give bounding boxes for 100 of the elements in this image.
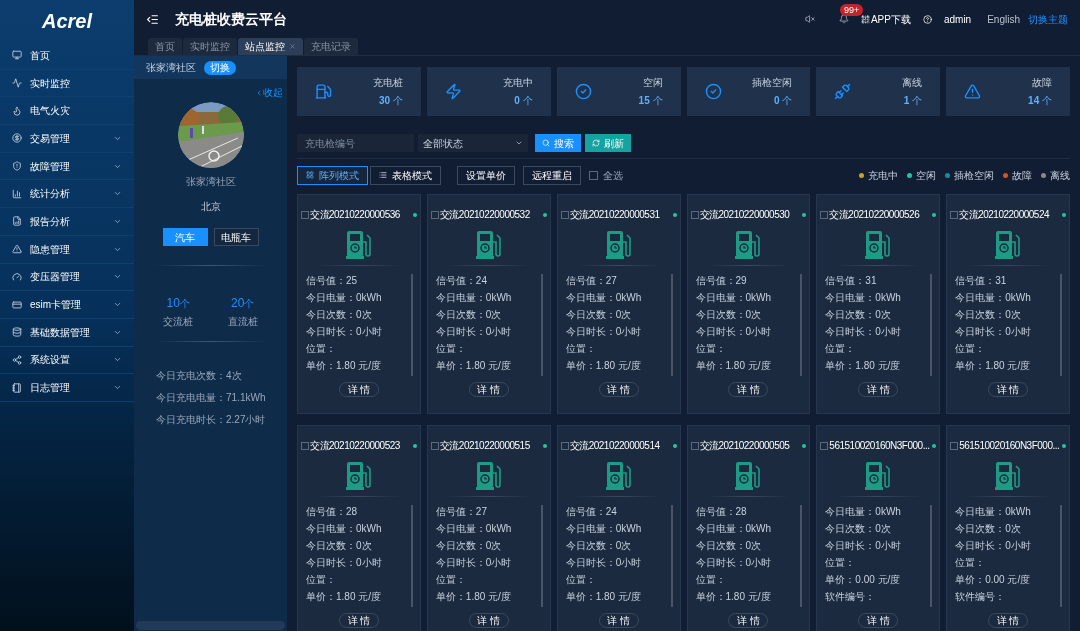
charging-pile-icon <box>605 230 632 260</box>
pile-type-label: 交流桩 <box>163 315 194 329</box>
charger-info: 今日次数：0次 <box>306 308 373 321</box>
search-icon <box>542 139 550 147</box>
charger-info: 今日次数：0次 <box>825 308 892 321</box>
charging-pile-icon <box>345 230 372 260</box>
coin-icon <box>12 133 22 144</box>
checkbox[interactable] <box>301 210 309 219</box>
language-link[interactable]: English <box>987 11 1020 27</box>
summary-value: 30 个 <box>378 94 403 108</box>
checkbox[interactable] <box>560 210 569 219</box>
charging-pile-icon <box>735 230 762 260</box>
checkbox[interactable] <box>950 210 959 219</box>
shield-alert-icon <box>12 161 22 172</box>
charger-info: 单价：1.80 元/度 <box>565 359 642 372</box>
daily-stat: 今日充电电量：71.1kWh <box>156 391 267 405</box>
checkbox[interactable] <box>690 210 699 219</box>
sidebar-item[interactable]: 首页 <box>0 42 134 70</box>
daily-stat: 今日充电次数：4次 <box>156 369 243 383</box>
charger-id: 交流20210220000530 <box>699 208 790 222</box>
charging-pile-icon <box>605 461 632 491</box>
theme-switch-link[interactable]: 切换主题 <box>1028 11 1068 27</box>
charger-info: 今日电量：0kWh <box>435 291 513 304</box>
app-title: 充电桩收费云平台 <box>175 9 287 29</box>
bar-chart-icon <box>12 188 22 199</box>
charger-id: 交流20210220000531 <box>569 208 660 222</box>
charger-info: 今日次数：0次 <box>695 539 763 552</box>
chevron-down-icon <box>515 139 523 147</box>
monitor-pulse-icon <box>12 78 22 89</box>
collapse-link[interactable]: 收起 <box>255 85 283 100</box>
status-select[interactable]: 全部状态 <box>418 134 528 152</box>
checkbox[interactable] <box>430 210 439 219</box>
charger-info: 今日电量：0kWh <box>825 505 902 518</box>
charger-info: 今日电量：0kWh <box>825 291 902 304</box>
lightning-icon <box>444 83 462 100</box>
charging-pile-icon <box>475 230 502 260</box>
charger-info: 今日次数：0次 <box>955 522 1022 535</box>
charger-info: 今日次数：0次 <box>306 539 373 552</box>
charger-info: 今日时长：0小时 <box>306 556 383 569</box>
tab[interactable]: 首页 <box>148 38 182 55</box>
summary-label: 空闲 <box>642 76 663 90</box>
tab[interactable]: 实时监控 <box>183 38 237 55</box>
charger-icon <box>315 83 332 100</box>
tab[interactable]: 充电记录 <box>304 38 358 55</box>
vehicle-type-button[interactable]: 电瓶车 <box>213 228 259 246</box>
checkbox[interactable] <box>690 441 699 450</box>
charger-info: 信号值：31 <box>825 274 878 287</box>
checkbox[interactable] <box>820 441 829 450</box>
city-name: 北京 <box>200 200 221 214</box>
charger-info: 单价：1.80 元/度 <box>435 590 512 603</box>
charger-info: 信号值：24 <box>565 505 618 518</box>
charger-info: 今日次数：0次 <box>565 308 633 321</box>
charger-info: 位置： <box>565 342 597 355</box>
close-icon[interactable] <box>289 43 296 50</box>
code-input-field[interactable]: 充电枪编号 <box>297 134 414 152</box>
nodes-icon <box>12 354 22 365</box>
help-icon[interactable] <box>922 14 932 24</box>
charger-info: 今日时长：0小时 <box>435 325 513 338</box>
charger-info: 今日次数：0次 <box>435 539 503 552</box>
checkbox[interactable] <box>301 441 309 450</box>
menu-icon[interactable] <box>146 12 159 26</box>
tab[interactable]: 站点监控 <box>238 38 303 55</box>
warning-icon <box>12 244 22 255</box>
legend-label: 充电中 <box>868 168 898 183</box>
summary-value: 0 个 <box>774 94 793 108</box>
station-title: 张家湾社区 <box>185 175 236 189</box>
view-mode-button[interactable]: 阵列模式 <box>297 165 368 185</box>
charger-info: 信号值：31 <box>955 274 1008 287</box>
charger-id: 交流20210220000505 <box>699 439 790 453</box>
action-button[interactable]: 设置单价 <box>457 165 515 185</box>
check-circle-icon <box>574 83 592 100</box>
charger-id: 交流20210220000514 <box>569 439 660 453</box>
charger-info: 软件编号： <box>955 590 1007 603</box>
charger-info: 信号值：25 <box>306 274 359 287</box>
charger-info: 今日时长：0小时 <box>955 325 1032 338</box>
view-mode-button[interactable]: 表格模式 <box>370 165 441 185</box>
charger-info: 信号值：27 <box>435 505 488 518</box>
checkbox[interactable] <box>950 441 959 450</box>
checkbox[interactable] <box>430 441 439 450</box>
summary-value: 15 个 <box>638 94 663 108</box>
charger-info: 今日次数：0次 <box>695 308 763 321</box>
grid-icon <box>306 171 314 179</box>
bell-icon[interactable] <box>838 14 849 24</box>
charger-info: 位置： <box>825 556 857 569</box>
select-all-checkbox[interactable]: 全选 <box>589 167 623 183</box>
charger-info: 信号值：28 <box>695 505 748 518</box>
charging-pile-icon <box>865 461 892 491</box>
charger-id: 交流20210220000532 <box>439 208 530 222</box>
mute-icon[interactable] <box>804 14 815 24</box>
report-icon <box>12 216 22 227</box>
checkbox[interactable] <box>820 210 829 219</box>
charging-pile-icon <box>475 461 502 491</box>
notification-badge: 99+ <box>839 4 864 16</box>
action-button[interactable]: 远程重启 <box>523 165 581 185</box>
checkbox[interactable] <box>560 441 569 450</box>
qr-code-icon <box>860 14 870 24</box>
summary-label: 离线 <box>902 76 923 90</box>
charger-info: 今日电量：0kWh <box>306 291 383 304</box>
summary-label: 充电桩 <box>372 76 403 90</box>
user-name[interactable]: admin <box>943 11 972 27</box>
